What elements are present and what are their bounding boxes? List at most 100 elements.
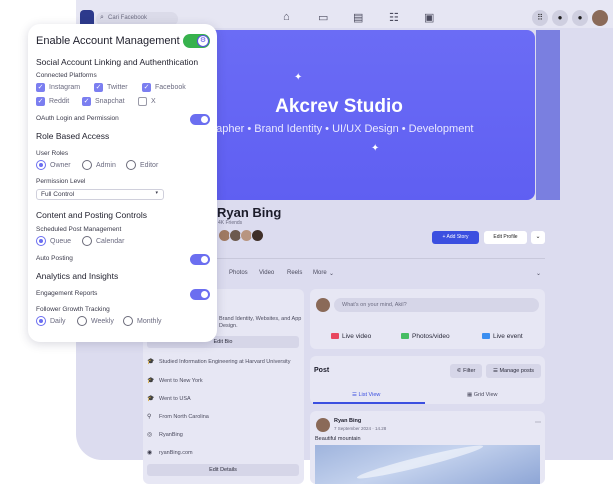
edit-profile-button[interactable]: Edit Profile (484, 231, 527, 244)
messenger-icon[interactable]: ● (552, 10, 568, 26)
radio-weekly[interactable]: Weekly (77, 316, 114, 326)
profile-name: Ryan Bing (217, 205, 282, 220)
live-event-button[interactable]: Live event (482, 333, 523, 340)
tab-reels[interactable]: Reels (287, 270, 302, 276)
radio-owner[interactable]: Owner (36, 160, 71, 170)
chevron-down-icon[interactable]: ⌄ (536, 270, 541, 277)
permission-level-select[interactable]: Full Control ▾ (36, 189, 164, 200)
home-icon[interactable]: ⌂ (283, 11, 290, 23)
radio-daily[interactable]: Daily (36, 316, 66, 326)
check-icon: ✓ (82, 97, 91, 106)
radio-editor[interactable]: Editor (126, 160, 158, 170)
groups-icon[interactable]: ☷ (389, 11, 399, 24)
intro-text: Brand Identity, Websites, and App Design… (219, 316, 302, 329)
location-pin-icon: ⚲ (147, 414, 152, 420)
video-icon[interactable]: ▭ (318, 11, 328, 24)
check-icon: ✓ (36, 83, 45, 92)
checkbox-label: Instagram (49, 84, 81, 91)
radio-empty-icon (82, 160, 92, 170)
info-item-location: 🎓 Went to USA (147, 395, 191, 402)
radio-empty-icon (82, 236, 92, 246)
tab-list-view[interactable]: ☰ List View (352, 392, 380, 398)
oauth-toggle[interactable] (190, 114, 210, 125)
info-label: Went to New York (159, 378, 203, 384)
more-options-icon[interactable]: ⋯ (535, 419, 541, 426)
check-icon: ✓ (94, 83, 103, 92)
account-avatar[interactable] (592, 10, 608, 26)
avatar[interactable] (316, 418, 330, 432)
tab-video[interactable]: Video (259, 270, 274, 276)
edit-details-button[interactable]: Edit Details (147, 464, 299, 476)
social-heading: Social Account Linking and Authenthicati… (36, 57, 199, 67)
checkbox-label: Reddit (49, 98, 70, 105)
checkbox-x[interactable]: X (138, 97, 156, 106)
radio-label: Queue (50, 237, 72, 245)
flag-icon (482, 333, 490, 340)
tab-grid-view[interactable]: ▦ Grid View (467, 392, 497, 398)
user-roles-label: User Roles (36, 150, 69, 157)
friend-avatar[interactable] (251, 229, 264, 242)
check-icon: ✓ (36, 97, 45, 106)
info-label: Went to USA (159, 396, 191, 402)
checkbox-snapchat[interactable]: ✓ Snapchat (82, 97, 125, 106)
info-item-instagram[interactable]: ◎ RyanBing (147, 431, 183, 438)
manage-posts-button[interactable]: ☰ Manage posts (486, 364, 541, 378)
radio-admin[interactable]: Admin (82, 160, 116, 170)
live-video-button[interactable]: Live video (331, 333, 371, 340)
post-image[interactable] (315, 445, 540, 484)
radio-label: Admin (96, 161, 116, 169)
chevron-down-icon[interactable]: ⌄ (329, 270, 334, 277)
oauth-label: OAuth Login and Permission (36, 115, 119, 122)
cover-edge (536, 30, 560, 200)
connected-platforms-label: Connected Platforms (36, 72, 97, 79)
sparkle-icon: ✦ (371, 143, 380, 154)
auto-posting-toggle[interactable] (190, 254, 210, 265)
info-item-website[interactable]: ◉ ryanBing.com (147, 449, 193, 456)
checkbox-reddit[interactable]: ✓ Reddit (36, 97, 69, 106)
info-item-hometown: ⚲ From North Carolina (147, 413, 209, 420)
permission-level-label: Permission Level (36, 178, 86, 185)
auto-posting-label: Auto Posting (36, 255, 73, 262)
photo-video-button[interactable]: Photos/video (401, 333, 450, 340)
radio-label: Editor (140, 161, 159, 169)
radio-label: Weekly (91, 317, 114, 325)
checkbox-facebook[interactable]: ✓ Facebook (142, 83, 186, 92)
checkbox-twitter[interactable]: ✓ Twitter (94, 83, 128, 92)
post-author[interactable]: Ryan Bing (334, 418, 361, 424)
checkbox-label: Facebook (155, 84, 186, 91)
account-management-panel: Enable Account Management ⚙ Social Accou… (28, 24, 217, 342)
gaming-icon[interactable]: ▣ (424, 11, 434, 24)
checkbox-instagram[interactable]: ✓ Instagram (36, 83, 80, 92)
empty-checkbox-icon (138, 97, 147, 106)
tab-photos[interactable]: Photos (229, 270, 248, 276)
info-item-location: 🎓 Went to New York (147, 377, 203, 384)
radio-label: Monthly (137, 317, 162, 325)
radio-empty-icon (77, 316, 87, 326)
engagement-reports-toggle[interactable] (190, 289, 210, 300)
graduation-cap-icon: 🎓 (147, 359, 155, 365)
friends-count[interactable]: 4K Friends (218, 220, 242, 226)
tab-more[interactable]: More (313, 270, 327, 276)
live-video-icon (331, 333, 339, 340)
active-tab-indicator (313, 402, 425, 404)
radio-selected-icon (36, 316, 46, 326)
marketplace-icon[interactable]: ▤ (353, 11, 363, 24)
live-video-label: Live video (342, 333, 372, 340)
composer-input[interactable]: What's on your mind, Akil? (334, 298, 539, 312)
radio-monthly[interactable]: Monthly (123, 316, 162, 326)
avatar (316, 298, 330, 312)
radio-queue[interactable]: Queue (36, 236, 71, 246)
chevron-down-icon[interactable]: ⌄ (531, 231, 545, 244)
radio-selected-icon (36, 236, 46, 246)
role-heading: Role Based Access (36, 131, 110, 141)
info-label: ryanBing.com (159, 450, 193, 456)
graduation-cap-icon: 🎓 (147, 396, 155, 402)
search-icon: ⌕ (100, 14, 104, 21)
filter-button[interactable]: ⚟ Filter (450, 364, 482, 378)
menu-grid-icon[interactable]: ⠿ (532, 10, 548, 26)
add-story-button[interactable]: + Add Story (432, 231, 479, 244)
radio-calendar[interactable]: Calendar (82, 236, 124, 246)
main-toggle[interactable]: ⚙ (183, 34, 210, 48)
photo-video-label: Photos/video (412, 333, 450, 340)
notification-icon[interactable]: ● (572, 10, 588, 26)
